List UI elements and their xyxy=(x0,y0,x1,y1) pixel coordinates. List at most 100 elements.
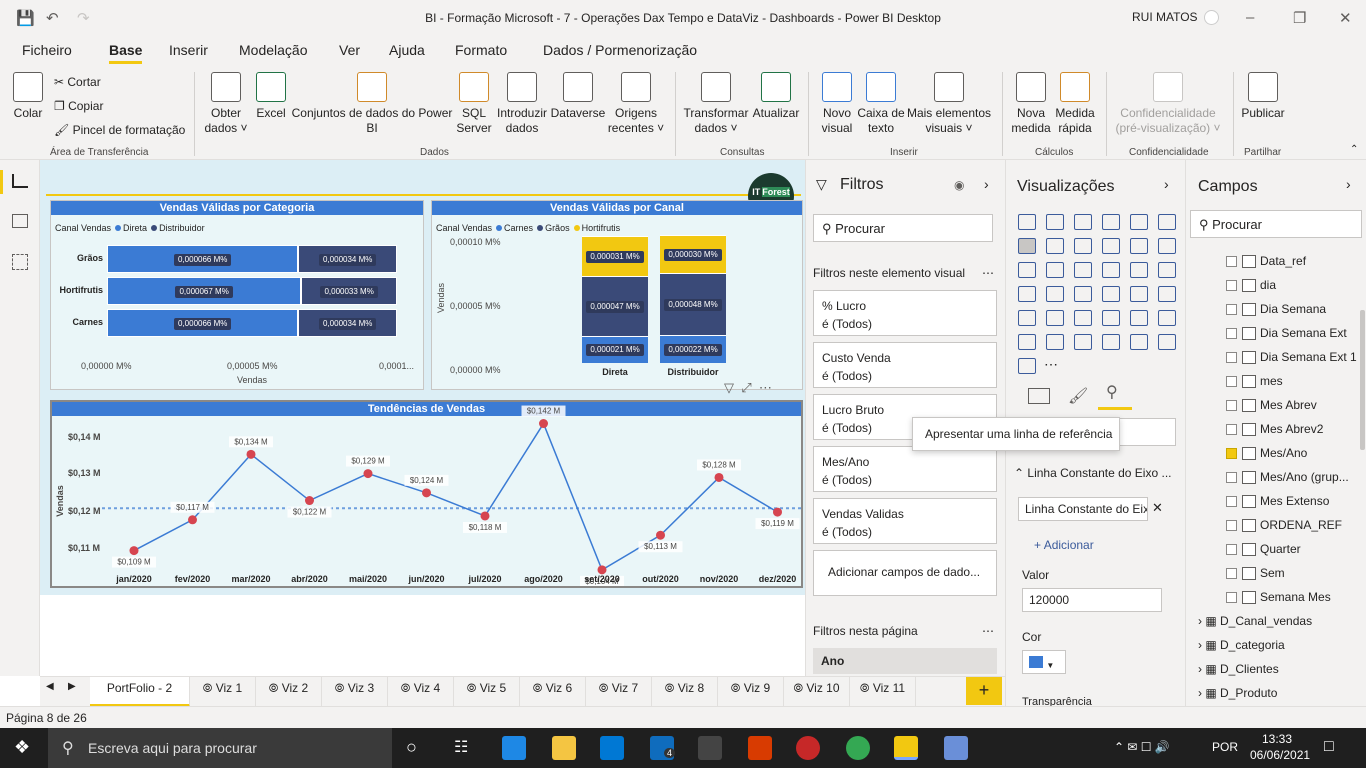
close-icon[interactable]: ✕ xyxy=(1339,9,1352,27)
decomposition-tree-icon[interactable] xyxy=(1074,334,1092,350)
checkbox[interactable] xyxy=(1226,328,1237,339)
collapse-viz-icon[interactable]: › xyxy=(1164,176,1169,192)
filter-card[interactable]: Custo Venda é (Todos) xyxy=(813,342,997,388)
filled-map-icon[interactable] xyxy=(1046,286,1064,302)
valor-input[interactable]: 120000 xyxy=(1022,588,1162,612)
azure-map-icon[interactable] xyxy=(1102,286,1120,302)
checkbox[interactable] xyxy=(1226,424,1237,435)
prev-page-icon[interactable]: ◀ xyxy=(46,681,54,692)
checkbox[interactable] xyxy=(1226,376,1237,387)
office-icon[interactable] xyxy=(748,736,772,760)
notifications-icon[interactable]: □ xyxy=(1324,738,1334,756)
pie-icon[interactable] xyxy=(1102,262,1120,278)
filter-card-ano[interactable]: Ano xyxy=(813,648,997,674)
100-bar-icon[interactable] xyxy=(1130,214,1148,230)
collapse-fields-icon[interactable]: › xyxy=(1346,176,1351,192)
avatar[interactable] xyxy=(1204,10,1219,25)
nova-medida-button[interactable]: Nova medida xyxy=(1008,72,1054,136)
page-tab[interactable]: ⦾ Viz 7 xyxy=(586,677,652,707)
bar-hortifrutis[interactable]: 0,000031 M% xyxy=(582,236,648,276)
color-picker[interactable]: ▼ xyxy=(1022,650,1066,674)
stacked-bar-icon[interactable] xyxy=(1018,214,1036,230)
filter-card[interactable]: Mes/Ano é (Todos) xyxy=(813,446,997,492)
arcgis-icon[interactable] xyxy=(1018,358,1036,374)
treemap-icon[interactable] xyxy=(1158,262,1176,278)
100-column-icon[interactable] xyxy=(1158,214,1176,230)
report-view-icon[interactable] xyxy=(12,174,28,188)
bar-carnes[interactable]: 0,000021 M% xyxy=(582,336,648,363)
card-icon[interactable] xyxy=(1158,286,1176,302)
bar-direta[interactable]: 0,000066 M% xyxy=(107,245,299,273)
checkbox[interactable] xyxy=(1226,400,1237,411)
r-script-icon[interactable] xyxy=(1158,310,1176,326)
bar-distribuidor[interactable]: 0,000034 M% xyxy=(298,309,397,337)
publicar-button[interactable]: Publicar xyxy=(1238,72,1288,121)
bar-direta[interactable]: 0,000066 M% xyxy=(107,309,299,337)
line-icon[interactable] xyxy=(1018,238,1036,254)
edge-icon[interactable] xyxy=(502,736,526,760)
page-tab[interactable]: ⦾ Viz 2 xyxy=(256,677,322,707)
sql-server-button[interactable]: SQL Server xyxy=(454,72,494,136)
constant-line-item[interactable]: Linha Constante do Eixo xyxy=(1018,497,1148,521)
origens-recentes-button[interactable]: Origens recentes ˅ xyxy=(606,72,666,136)
collapse-filters-icon[interactable]: › xyxy=(984,176,989,192)
paint-icon[interactable] xyxy=(944,736,968,760)
excel-button[interactable]: Excel xyxy=(254,72,288,121)
clustered-column-icon[interactable] xyxy=(1102,214,1120,230)
area-icon[interactable] xyxy=(1046,238,1064,254)
checkbox[interactable] xyxy=(1226,520,1237,531)
filters-search-input[interactable]: ⚲ Procurar xyxy=(813,214,993,242)
table-item[interactable]: › ▦ D_Canal_vendas xyxy=(1198,614,1312,628)
bar-distribuidor[interactable]: 0,000033 M% xyxy=(301,277,397,305)
page-tab[interactable]: ⦾ Viz 4 xyxy=(388,677,454,707)
table-item[interactable]: › ▦ D_Clientes xyxy=(1198,662,1279,676)
page-tab[interactable]: ⦾ Viz 10 xyxy=(784,677,850,707)
python-icon[interactable] xyxy=(1018,334,1036,350)
cortar-button[interactable]: ✂ Cortar xyxy=(54,75,101,89)
store-icon[interactable] xyxy=(600,736,624,760)
remove-icon[interactable]: ✕ xyxy=(1152,500,1163,516)
add-constant-line-button[interactable]: + Adicionar xyxy=(1034,538,1094,552)
scatter-icon[interactable] xyxy=(1074,262,1092,278)
section-constant-line[interactable]: ⌃ Linha Constante do Eixo ... xyxy=(1014,466,1171,480)
page-tab[interactable]: ⦾ Viz 11 xyxy=(850,677,916,707)
focus-mode-icon[interactable]: ⤢ xyxy=(741,380,751,395)
fields-search-input[interactable]: ⚲ Procurar xyxy=(1190,210,1362,238)
map-icon[interactable] xyxy=(1018,286,1036,302)
stacked-area-icon[interactable] xyxy=(1074,238,1092,254)
data-view-icon[interactable] xyxy=(12,214,28,228)
line-column-icon[interactable] xyxy=(1102,238,1120,254)
user-name[interactable]: RUI MATOS xyxy=(1132,10,1198,24)
power-bi-icon[interactable] xyxy=(894,736,918,760)
chart-vendas-canal[interactable]: Vendas Válidas por Canal Canal Vendas Car… xyxy=(431,200,803,390)
more-options-icon[interactable]: ⋯ xyxy=(982,624,994,638)
tab-ver[interactable]: Ver xyxy=(339,42,360,58)
add-page-button[interactable]: + xyxy=(966,677,1002,705)
bar-direta[interactable]: 0,000067 M% xyxy=(107,277,302,305)
page-tab[interactable]: ⦾ Viz 6 xyxy=(520,677,586,707)
novo-visual-button[interactable]: Novo visual xyxy=(816,72,858,136)
fields-scrollbar[interactable] xyxy=(1360,310,1365,450)
bar-hortifrutis[interactable]: 0,000030 M% xyxy=(660,235,726,274)
next-page-icon[interactable]: ▶ xyxy=(68,681,76,692)
app-icon[interactable] xyxy=(796,736,820,760)
cortana-icon[interactable]: ○ xyxy=(406,737,417,758)
copiar-button[interactable]: ❐ Copiar xyxy=(54,99,103,113)
filter-card[interactable]: % Lucro é (Todos) xyxy=(813,290,997,336)
confidencialidade-button[interactable]: Confidencialidade (pré-visualização) ˅ xyxy=(1112,72,1224,136)
add-data-fields-well[interactable]: Adicionar campos de dado... xyxy=(813,550,997,596)
caixa-texto-button[interactable]: Caixa de texto xyxy=(856,72,906,136)
asus-icon[interactable] xyxy=(698,736,722,760)
tab-ajuda[interactable]: Ajuda xyxy=(389,42,425,58)
more-visuals-icon[interactable]: ⋯ xyxy=(1044,356,1058,373)
qa-icon[interactable] xyxy=(1102,334,1120,350)
minimize-icon[interactable]: – xyxy=(1246,9,1254,26)
slicer-icon[interactable] xyxy=(1074,310,1092,326)
language-indicator[interactable]: POR xyxy=(1212,740,1238,754)
pincel-button[interactable]: 🖌 Pincel de formatação xyxy=(54,123,185,137)
dataverse-button[interactable]: Dataverse xyxy=(550,72,606,121)
mail-icon[interactable]: 4 xyxy=(650,736,676,760)
eye-icon[interactable]: ◉ xyxy=(954,178,964,192)
format-paint-roller-icon[interactable]: 🖌 xyxy=(1068,386,1088,406)
tab-modelacao[interactable]: Modelação xyxy=(239,42,308,58)
